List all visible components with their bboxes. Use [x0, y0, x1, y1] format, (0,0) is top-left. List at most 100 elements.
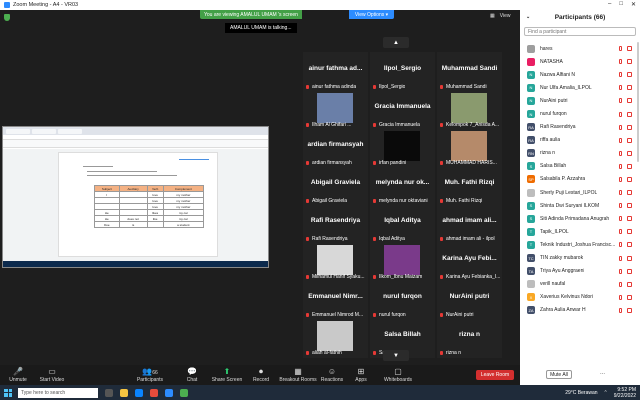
- breakout-rooms-label: Breakout Rooms: [279, 377, 317, 383]
- participant-row[interactable]: SP Salsabila P. Azzahra: [520, 173, 638, 186]
- chrome-icon[interactable]: [150, 388, 158, 397]
- file-explorer-icon[interactable]: [120, 388, 128, 397]
- mute-all-button[interactable]: Mute All: [546, 370, 572, 379]
- weather-status[interactable]: 29°C Berawan: [565, 390, 597, 396]
- participant-tile[interactable]: Rafi Rasendriya Rafi Rasendriya: [303, 204, 368, 244]
- participant-row[interactable]: N Nur Ulfa Amalia_ILPOL: [520, 81, 638, 94]
- security-shield-icon[interactable]: [4, 14, 10, 21]
- doc-page: Subject Auxiliary Verb Complement Ilove m…: [58, 152, 218, 257]
- close-button[interactable]: ✕: [631, 1, 636, 8]
- participant-tile[interactable]: irfan pandini: [370, 128, 435, 168]
- mic-muted-icon: [619, 150, 622, 156]
- participant-row[interactable]: TA Triya Ayu Anggraeni: [520, 265, 638, 278]
- start-video-button[interactable]: ▭ Start Video: [34, 367, 70, 383]
- taskbar-search-input[interactable]: Type here to search: [18, 387, 98, 398]
- task-view-icon[interactable]: [105, 388, 113, 397]
- participant-tile[interactable]: Kelompok 7_Anisda A...: [437, 90, 502, 130]
- leave-room-button[interactable]: Leave Room: [476, 370, 514, 380]
- participant-name: Nur Ulfa Amalia_ILPOL: [540, 84, 592, 91]
- participants-header: ⌄ Participants (66): [520, 10, 640, 24]
- participant-row[interactable]: S Salsa Billah: [520, 160, 638, 173]
- tile-display-name: ahmad imam ali...: [442, 217, 497, 224]
- whiteboards-button[interactable]: ▢ Whiteboards: [378, 367, 418, 383]
- participant-tile[interactable]: Abigail Graviela Abigail Graviela: [303, 166, 368, 206]
- participant-tile[interactable]: rizna n rizna n: [437, 318, 502, 358]
- participant-tile[interactable]: aliah al-fathih: [303, 318, 368, 358]
- minimize-button[interactable]: –: [608, 1, 611, 8]
- participant-tile[interactable]: nurul furqon nurul furqon: [370, 280, 435, 320]
- participant-tile[interactable]: melynda nur ok... melynda nur oktaviani: [370, 166, 435, 206]
- share-screen-button[interactable]: ⬆ Share Screen: [209, 367, 245, 383]
- view-button[interactable]: View: [500, 13, 511, 19]
- participant-tile[interactable]: Iqbal Aditya Iqbal Aditya: [370, 204, 435, 244]
- participant-tile[interactable]: Karina Ayu Febi... Karina Ayu Febianka_I.…: [437, 242, 502, 282]
- participant-name: nurul furqon: [540, 111, 567, 118]
- more-options-button[interactable]: ...: [600, 370, 605, 376]
- participant-row[interactable]: Sherly Puji Lestari_ILPOL: [520, 186, 638, 199]
- edge-icon[interactable]: [135, 388, 143, 397]
- grid-view-icon[interactable]: ▦: [490, 13, 495, 19]
- participant-tile[interactable]: Muh. Fathi Rizqi Muh. Fathi Rizqi: [437, 166, 502, 206]
- gallery-down-button[interactable]: ▼: [383, 350, 409, 361]
- participant-row[interactable]: T Tapik_ILPOL: [520, 225, 638, 238]
- participant-tile[interactable]: Gracia Immanuela Gracia Immanuela: [370, 90, 435, 130]
- tile-display-name: Muhammad Sandi: [441, 65, 498, 72]
- participant-tile[interactable]: MUHAMMAD HARIS...: [437, 128, 502, 168]
- mic-muted-icon: [440, 199, 443, 203]
- participant-search-input[interactable]: [524, 27, 636, 36]
- participant-row[interactable]: S Siti Adinda Primadana Anugrah: [520, 212, 638, 225]
- participant-row[interactable]: N NurAini putri: [520, 94, 638, 107]
- participant-tile[interactable]: Ilham Al Ghifari ...: [303, 90, 368, 130]
- participant-scrollbar[interactable]: [637, 42, 639, 162]
- participant-tile[interactable]: ardian firmansyah ardian firmansyah: [303, 128, 368, 168]
- participant-row[interactable]: RA Rafi Rasendriya: [520, 121, 638, 134]
- participant-status-icons: [619, 216, 632, 222]
- participant-row[interactable]: RA riffa aulia: [520, 134, 638, 147]
- mic-muted-icon: [619, 255, 622, 261]
- participant-tile[interactable]: Muhammad Sandi Muhammad Sandi: [437, 52, 502, 92]
- mic-muted-icon: [373, 275, 376, 279]
- participant-tile[interactable]: Ilkom_Ibnu Maizam: [370, 242, 435, 282]
- participant-row[interactable]: NATASHA: [520, 55, 638, 68]
- windows-start-icon[interactable]: [4, 388, 12, 397]
- record-button[interactable]: ⏺ Record: [243, 367, 279, 383]
- participant-tile[interactable]: Emmanuel Nimr... Emmanuel Nimrod M...: [303, 280, 368, 320]
- participant-row[interactable]: hares: [520, 42, 638, 55]
- participant-row[interactable]: TC TIN zakky mubarok: [520, 252, 638, 265]
- participants-button[interactable]: 👥66 Participants: [132, 367, 168, 383]
- participant-status-icons: [619, 163, 632, 169]
- video-off-icon: [627, 98, 632, 104]
- participant-tile[interactable]: Milhamul Hanif Syaku...: [303, 242, 368, 282]
- unmute-button[interactable]: 🎤 Unmute: [0, 367, 36, 383]
- chat-button[interactable]: 💬 Chat: [174, 367, 210, 383]
- mic-muted-icon: [619, 294, 622, 300]
- avatar: [527, 44, 535, 53]
- participant-tile[interactable]: Ilpol_Sergio Ilpol_Sergio: [370, 52, 435, 92]
- participant-tile[interactable]: ainur fathma ad... ainur fathma adinda: [303, 52, 368, 92]
- video-off-icon: [627, 242, 632, 248]
- participant-row[interactable]: S Shinta Dwi Suryani ILKOM: [520, 199, 638, 212]
- chevron-down-icon[interactable]: ⌄: [526, 14, 530, 20]
- participant-tile[interactable]: ahmad imam ali... ahmad imam ali - ilpol: [437, 204, 502, 244]
- mic-muted-icon: [619, 59, 622, 65]
- tile-display-name: Rafi Rasendriya: [310, 217, 361, 224]
- app-icon[interactable]: [180, 388, 188, 397]
- maximize-button[interactable]: □: [619, 1, 623, 8]
- participant-row[interactable]: T Teknik Industri_Joshua Francisc...: [520, 238, 638, 251]
- breakout-rooms-button[interactable]: ▦ Breakout Rooms: [278, 367, 318, 383]
- apps-button[interactable]: ⊞ Apps: [343, 367, 379, 383]
- view-options-button[interactable]: View Options ▾: [349, 10, 394, 19]
- gallery-up-button[interactable]: ▲: [383, 37, 409, 48]
- participant-row[interactable]: N Nazwa Alfiani N: [520, 68, 638, 81]
- participant-row[interactable]: Nnurul furqon: [520, 107, 638, 120]
- network-icon[interactable]: ⌃: [604, 390, 608, 396]
- clock[interactable]: 9:52 PM 9/22/2022: [614, 387, 636, 399]
- participant-row[interactable]: X Xaverius Kelvinus Ndori: [520, 291, 638, 304]
- participant-name: hares: [540, 45, 553, 52]
- participant-tile[interactable]: NurAini putri NurAini putri: [437, 280, 502, 320]
- participant-row[interactable]: ZA Zahra Aulia Anwar H: [520, 304, 638, 317]
- participants-label: Participants: [136, 377, 164, 383]
- zoom-taskbar-icon[interactable]: [165, 388, 173, 397]
- participant-row[interactable]: verill naufal: [520, 278, 638, 291]
- participant-row[interactable]: RN rizna n: [520, 147, 638, 160]
